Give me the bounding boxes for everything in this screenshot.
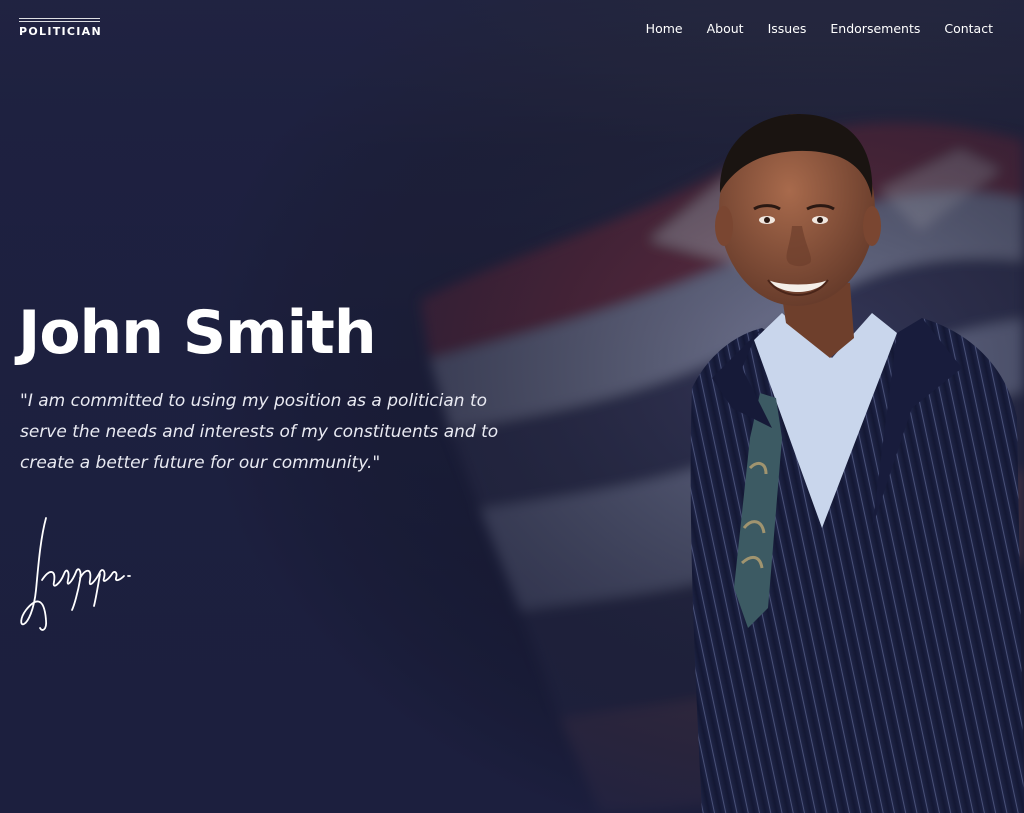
nav-contact-link[interactable]: Contact xyxy=(944,21,993,36)
signature-icon xyxy=(20,517,131,631)
logo-lines-decoration xyxy=(19,18,100,22)
site-logo[interactable]: POLITICIAN xyxy=(19,18,102,38)
nav-issues-link[interactable]: Issues xyxy=(768,21,807,36)
portrait-photo xyxy=(690,113,1024,813)
logo-text: POLITICIAN xyxy=(19,25,102,38)
hero-section: POLITICIAN Home About Issues Endorsement… xyxy=(0,0,1024,813)
nav-about-link[interactable]: About xyxy=(707,21,744,36)
main-nav: Home About Issues Endorsements Contact xyxy=(646,21,993,36)
top-navigation: POLITICIAN Home About Issues Endorsement… xyxy=(0,0,1024,62)
hero-quote: "I am committed to using my position as … xyxy=(20,391,499,473)
nav-endorsements-link[interactable]: Endorsements xyxy=(830,21,920,36)
nav-home-link[interactable]: Home xyxy=(646,21,683,36)
hero-name-heading: John Smith xyxy=(18,298,377,368)
